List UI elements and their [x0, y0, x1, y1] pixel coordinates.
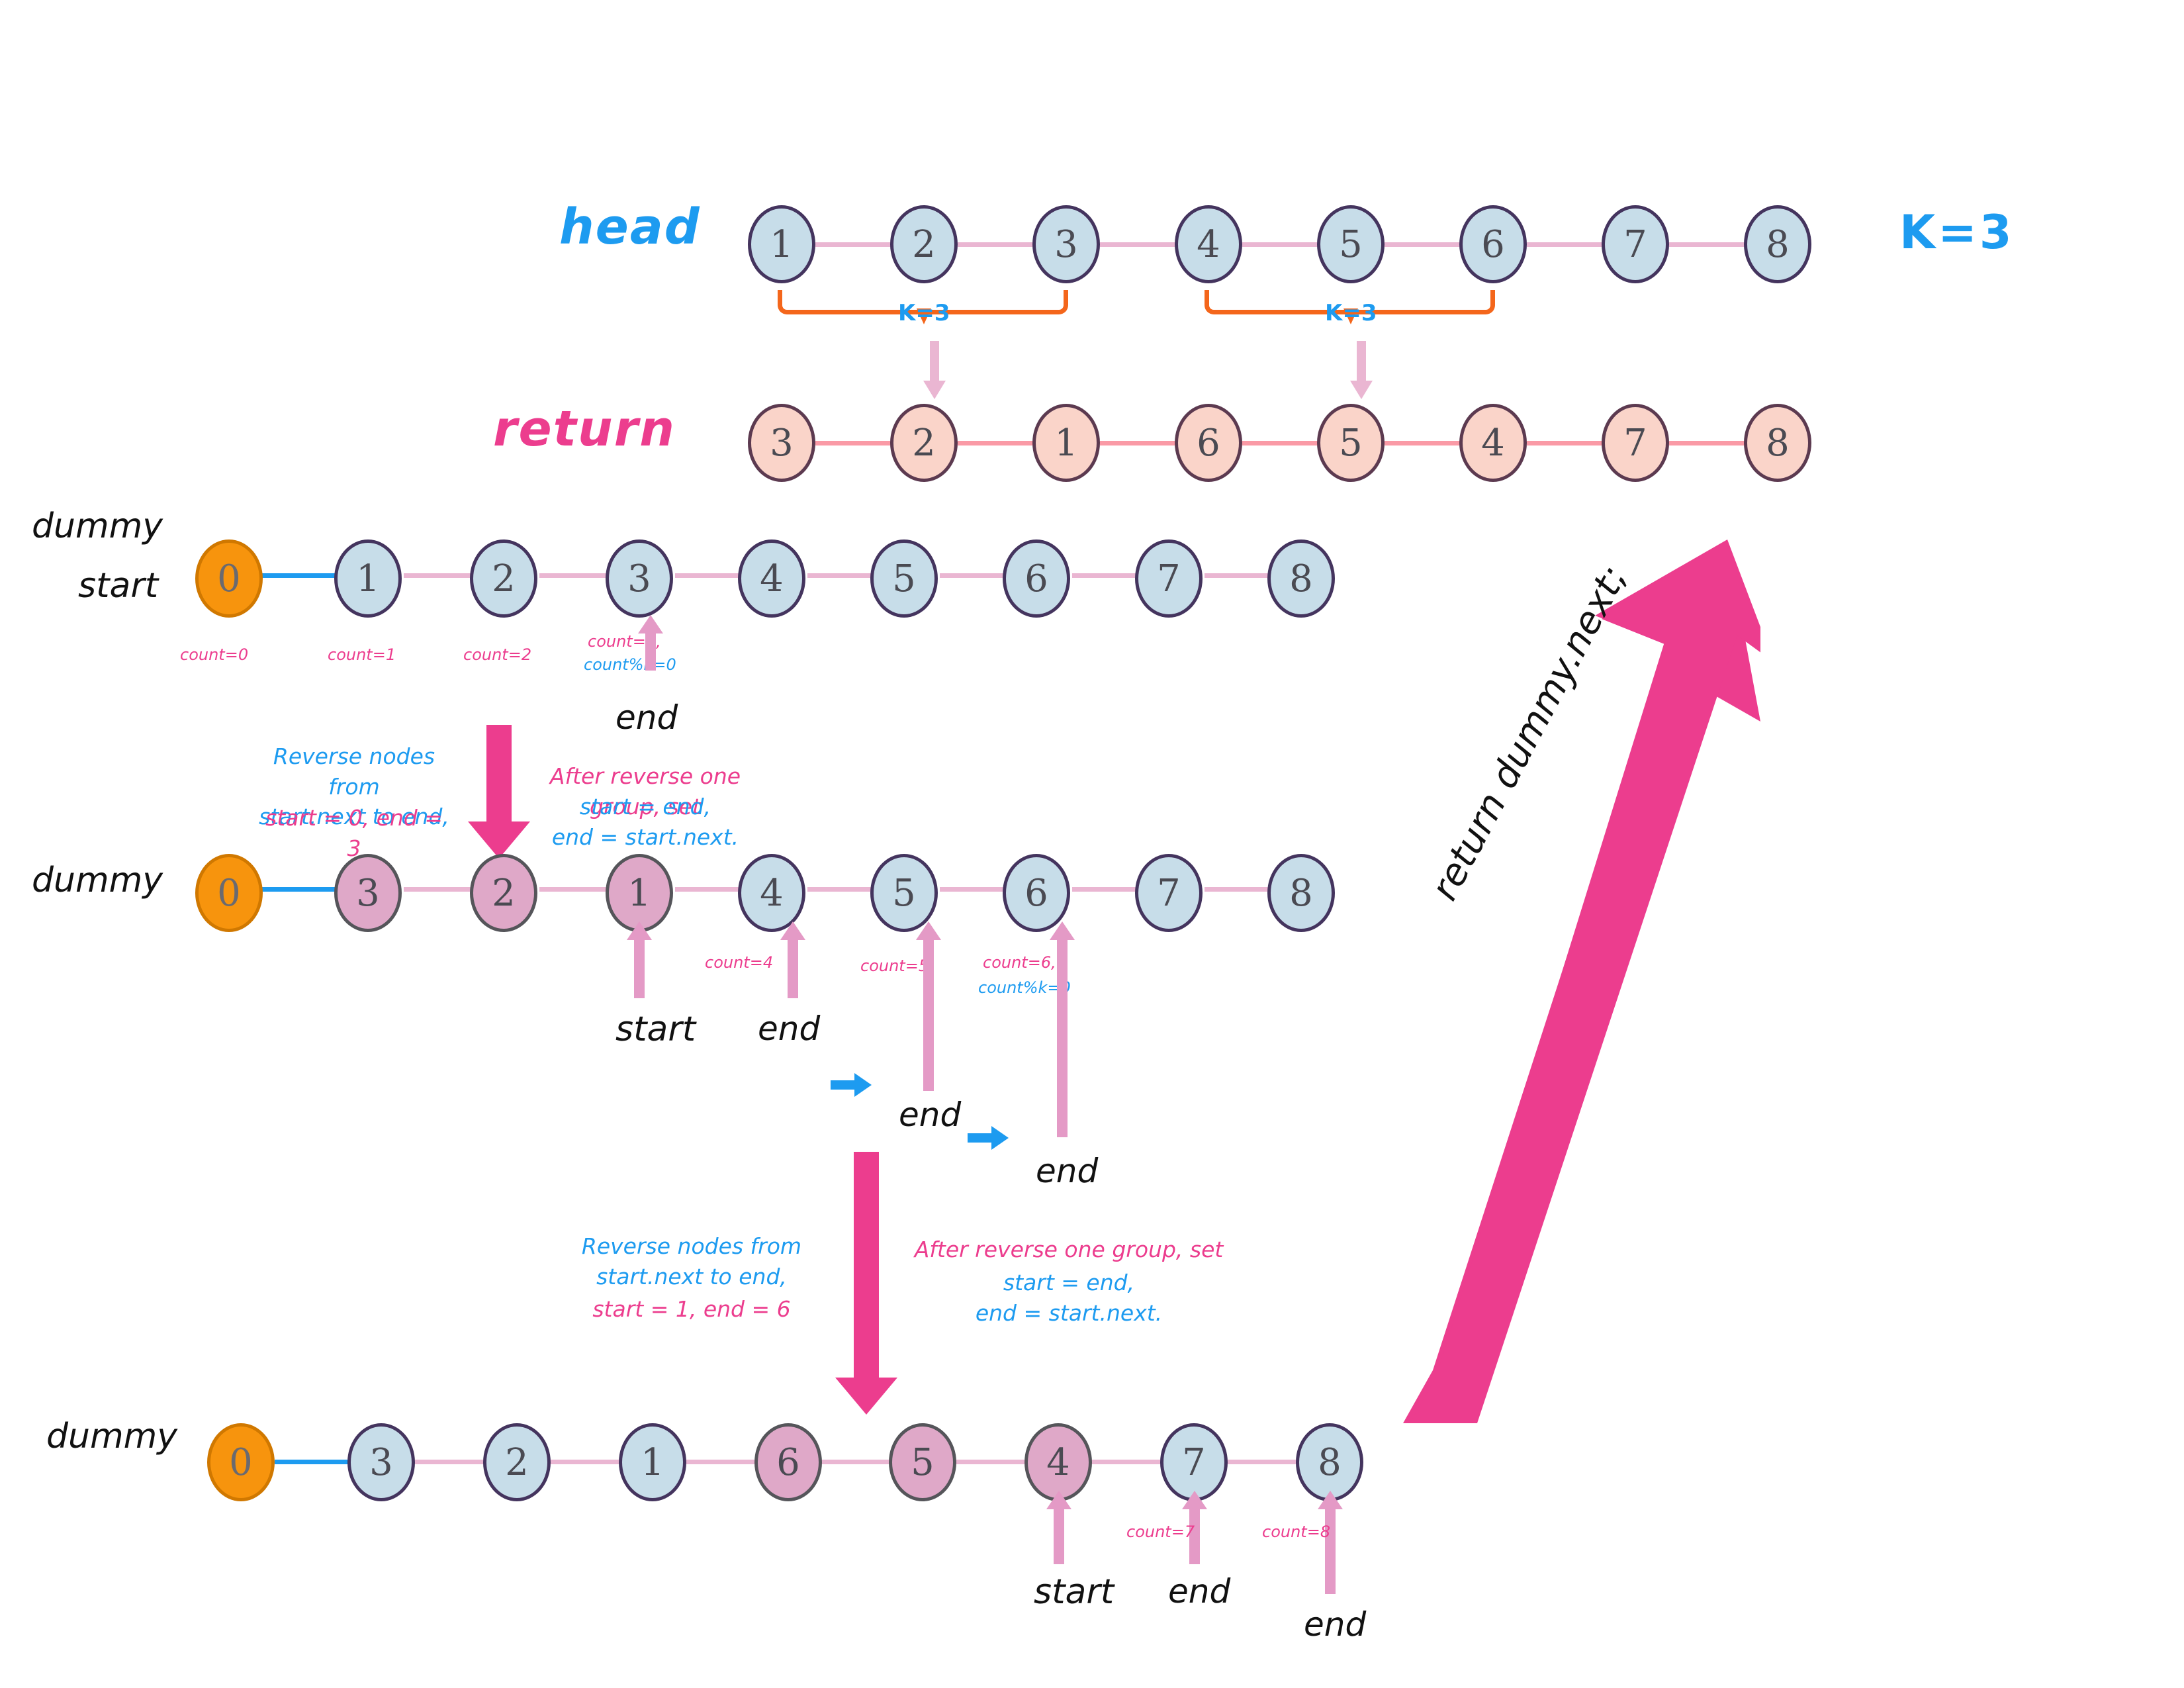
node-step1-7[interactable]: 7	[1135, 539, 1203, 618]
node-step2-1[interactable]: 3	[334, 854, 402, 932]
node-return-3[interactable]: 6	[1175, 404, 1242, 482]
end-label-step2-c: end	[1036, 1152, 1099, 1190]
note-4-blue: start = end, end = start.next.	[975, 1270, 1163, 1326]
note-3-pink: start = 1, end = 6	[592, 1296, 791, 1322]
transition-arrow-group-1	[923, 341, 946, 399]
note-1-pink: start = 0, end = 3	[265, 805, 443, 861]
return-label: return	[493, 400, 676, 457]
end-pointer-arrow-step2-b	[916, 921, 941, 1091]
node-return-6[interactable]: 7	[1602, 404, 1669, 482]
node-step1-5[interactable]: 5	[870, 539, 938, 618]
node-step1-6[interactable]: 6	[1003, 539, 1070, 618]
node-step3-5[interactable]: 5	[889, 1423, 956, 1501]
node-head-2[interactable]: 3	[1032, 205, 1100, 283]
node-step1-4[interactable]: 4	[738, 539, 805, 618]
transition-arrow-group-2	[1350, 341, 1373, 399]
move-end-arrow-2	[968, 1126, 1009, 1150]
end-label-step3-b: end	[1304, 1605, 1367, 1644]
node-head-0[interactable]: 1	[748, 205, 815, 283]
node-step2-7[interactable]: 7	[1135, 854, 1203, 932]
k-value-label: K=3	[1899, 205, 2015, 259]
count-label-step1-0: count=0	[180, 645, 249, 664]
node-step3-dummy[interactable]: 0	[207, 1423, 275, 1501]
node-head-1[interactable]: 2	[890, 205, 958, 283]
node-step2-4[interactable]: 4	[738, 854, 805, 932]
node-step3-4[interactable]: 6	[754, 1423, 822, 1501]
count-label-step1-1: count=1	[328, 645, 396, 664]
node-return-4[interactable]: 5	[1317, 404, 1385, 482]
diagram-canvas: head 1 2 3 4 5 6 7 8 K=3 K=3 K=3 return …	[0, 0, 2184, 1688]
node-step1-dummy[interactable]: 0	[195, 539, 263, 618]
end-pointer-arrow-step3-b	[1318, 1491, 1343, 1594]
end-pointer-arrow-step2-a	[780, 921, 805, 998]
note-4-pink: After reverse one group, set	[914, 1237, 1224, 1262]
end-label-step2-a: end	[758, 1009, 821, 1048]
start-pointer-arrow-step2	[627, 921, 652, 998]
node-step2-3[interactable]: 1	[606, 854, 673, 932]
start-label-step2: start	[615, 1009, 696, 1049]
node-head-5[interactable]: 6	[1459, 205, 1527, 283]
node-head-7[interactable]: 8	[1744, 205, 1811, 283]
node-head-3[interactable]: 4	[1175, 205, 1242, 283]
count-label-step2-4: count=4	[705, 953, 774, 972]
node-step1-1[interactable]: 1	[334, 539, 402, 618]
count-label-step2-6: count=6,	[983, 953, 1056, 972]
end-label-step2-b: end	[899, 1096, 962, 1134]
node-step1-3[interactable]: 3	[606, 539, 673, 618]
node-return-7[interactable]: 8	[1744, 404, 1811, 482]
node-step3-1[interactable]: 3	[347, 1423, 415, 1501]
end-label-step3-a: end	[1168, 1572, 1231, 1611]
count-label-step3-8: count=8	[1262, 1523, 1331, 1541]
node-step3-3[interactable]: 1	[619, 1423, 686, 1501]
k-bracket-2-label: K=3	[1325, 300, 1377, 326]
reverse-transition-arrow-2	[835, 1152, 897, 1415]
dummy-label-step2: dummy	[32, 861, 163, 900]
node-step2-6[interactable]: 6	[1003, 854, 1070, 932]
dummy-label-step1: dummy	[32, 506, 163, 546]
count-label-step1-2: count=2	[463, 645, 532, 664]
dummy-label-step3: dummy	[46, 1417, 178, 1456]
node-return-1[interactable]: 2	[890, 404, 958, 482]
node-return-2[interactable]: 1	[1032, 404, 1100, 482]
count-mod-label-step1: count%k=0	[584, 655, 676, 674]
node-step2-8[interactable]: 8	[1267, 854, 1335, 932]
node-return-5[interactable]: 4	[1459, 404, 1527, 482]
end-pointer-arrow-step2-c	[1050, 921, 1075, 1137]
node-head-4[interactable]: 5	[1317, 205, 1385, 283]
start-label-step1: start	[78, 566, 159, 606]
note-2-blue: start = end, end = start.next.	[551, 794, 739, 850]
reverse-transition-arrow-1	[468, 725, 530, 859]
node-step1-2[interactable]: 2	[470, 539, 537, 618]
k-bracket-1-label: K=3	[898, 300, 950, 326]
node-step3-7[interactable]: 7	[1160, 1423, 1228, 1501]
note-3-blue: Reverse nodes from start.next to end,	[581, 1233, 802, 1289]
node-return-0[interactable]: 3	[748, 404, 815, 482]
head-label: head	[559, 199, 701, 256]
node-step3-2[interactable]: 2	[483, 1423, 551, 1501]
move-end-arrow-1	[831, 1073, 872, 1097]
end-label-step1: end	[615, 698, 678, 737]
node-step2-dummy[interactable]: 0	[195, 854, 263, 932]
node-step2-5[interactable]: 5	[870, 854, 938, 932]
node-step1-8[interactable]: 8	[1267, 539, 1335, 618]
node-head-6[interactable]: 7	[1602, 205, 1669, 283]
node-step2-2[interactable]: 2	[470, 854, 537, 932]
node-step3-8[interactable]: 8	[1296, 1423, 1363, 1501]
node-step3-6[interactable]: 4	[1024, 1423, 1092, 1501]
end-pointer-arrow-step1	[638, 615, 663, 671]
start-pointer-arrow-step3	[1046, 1491, 1071, 1564]
count-label-step3-7: count=7	[1126, 1523, 1195, 1541]
count-label-step2-5: count=5	[860, 957, 929, 975]
start-label-step3: start	[1034, 1572, 1115, 1612]
